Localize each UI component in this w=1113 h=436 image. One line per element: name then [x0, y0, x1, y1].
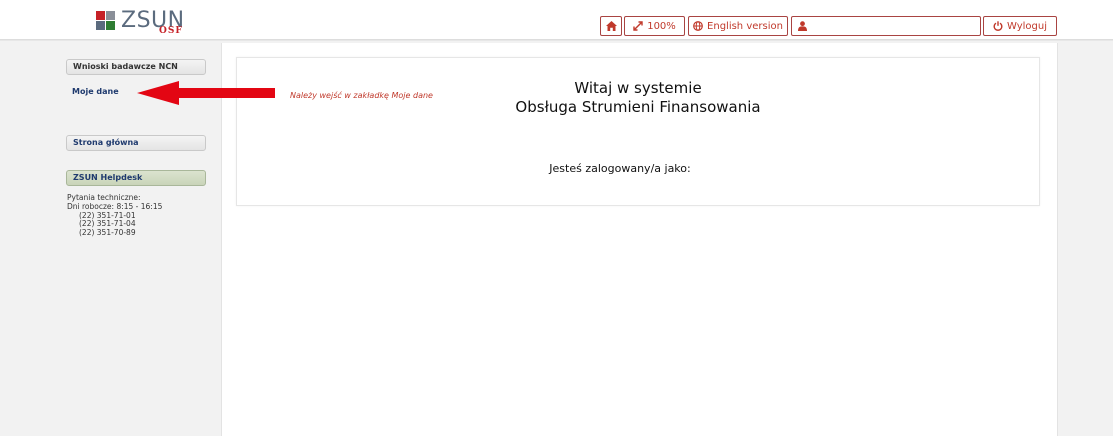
- logout-button[interactable]: Wyloguj: [983, 16, 1057, 36]
- logged-as-text: Jesteś zalogowany/a jako:: [236, 162, 1040, 175]
- zoom-label: 100%: [647, 20, 676, 32]
- power-icon: [993, 21, 1003, 31]
- header-divider: [0, 39, 1113, 41]
- logo-mark-icon: [96, 11, 118, 33]
- red-arrow-icon: [137, 81, 275, 105]
- zoom-button[interactable]: 100%: [624, 16, 685, 36]
- helpdesk-info: Pytania techniczne: Dni robocze: 8:15 - …: [67, 193, 207, 238]
- zsun-logo[interactable]: ZSUN OSF: [96, 8, 206, 36]
- helpdesk-header: ZSUN Helpdesk: [66, 170, 206, 186]
- english-version-button[interactable]: English version: [688, 16, 788, 36]
- logout-label: Wyloguj: [1007, 20, 1047, 32]
- sidebar-item-wnioski[interactable]: Wnioski badawcze NCN: [66, 59, 206, 75]
- home-icon: [605, 21, 617, 31]
- user-icon: [798, 21, 807, 31]
- welcome-title-line2: Obsługa Strumieni Finansowania: [515, 98, 761, 116]
- top-header: ZSUN OSF 100% English version Wyloguj: [0, 0, 1113, 40]
- sidebar-item-strona-glowna[interactable]: Strona główna: [66, 135, 206, 151]
- globe-icon: [693, 21, 703, 31]
- resize-icon: [633, 21, 643, 31]
- logged-as-label: Jesteś zalogowany/a jako:: [549, 162, 691, 175]
- english-version-label: English version: [707, 20, 783, 32]
- logo-subtitle: OSF: [159, 26, 183, 36]
- user-button[interactable]: [791, 16, 981, 36]
- helpdesk-phone: (22) 351-70-89: [79, 228, 136, 238]
- home-button[interactable]: [600, 16, 622, 36]
- hint-annotation: Należy wejść w zakładkę Moje dane: [290, 91, 433, 100]
